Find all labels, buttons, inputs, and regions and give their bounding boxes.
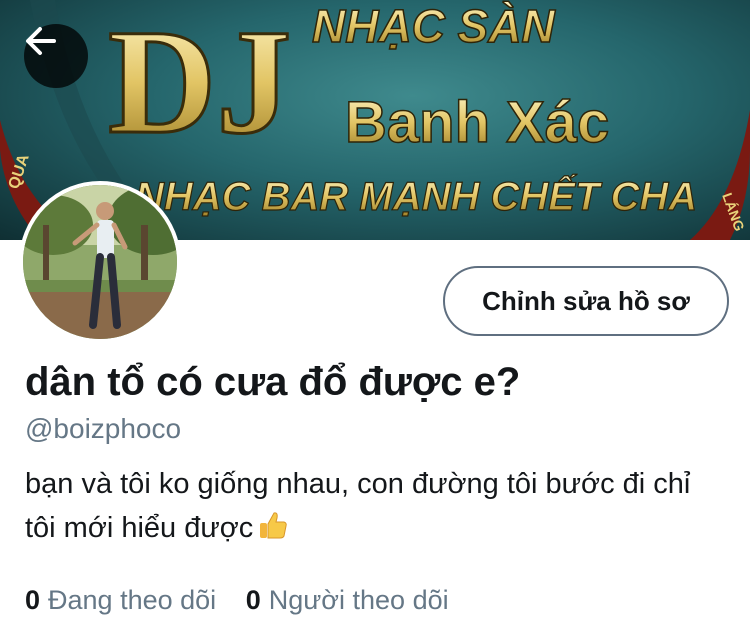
banner-line-3: NHẠC BAR MẠNH CHẾT CHA [135,173,697,219]
banner-dj-logo: DJ [108,0,291,165]
following-label: Đang theo dõi [48,585,217,615]
banner-line-2: Banh Xác [345,90,609,155]
following-stat[interactable]: 0 Đang theo dõi [25,585,216,615]
edit-profile-button[interactable]: Chỉnh sửa hồ sơ [443,266,729,336]
thumbs-up-icon [257,509,289,554]
username-handle: @boizphoco [25,413,182,444]
profile-bio: bạn và tôi ko giống nhau, con đường tôi … [25,462,725,554]
following-count: 0 [25,585,41,615]
back-button[interactable] [24,24,88,88]
arrow-left-icon [26,27,56,55]
display-name: dân tổ có cưa đổ được e? [25,360,521,404]
followers-label: Người theo dõi [268,585,449,615]
avatar-photo [23,185,177,339]
followers-stat[interactable]: 0 Người theo dõi [246,585,449,615]
banner-line-1: NHẠC SÀN [312,0,556,52]
profile-stats: 0 Đang theo dõi 0 Người theo dõi [25,585,471,616]
bio-text: bạn và tôi ko giống nhau, con đường tôi … [25,468,691,544]
followers-count: 0 [245,585,261,615]
avatar[interactable] [19,181,181,343]
